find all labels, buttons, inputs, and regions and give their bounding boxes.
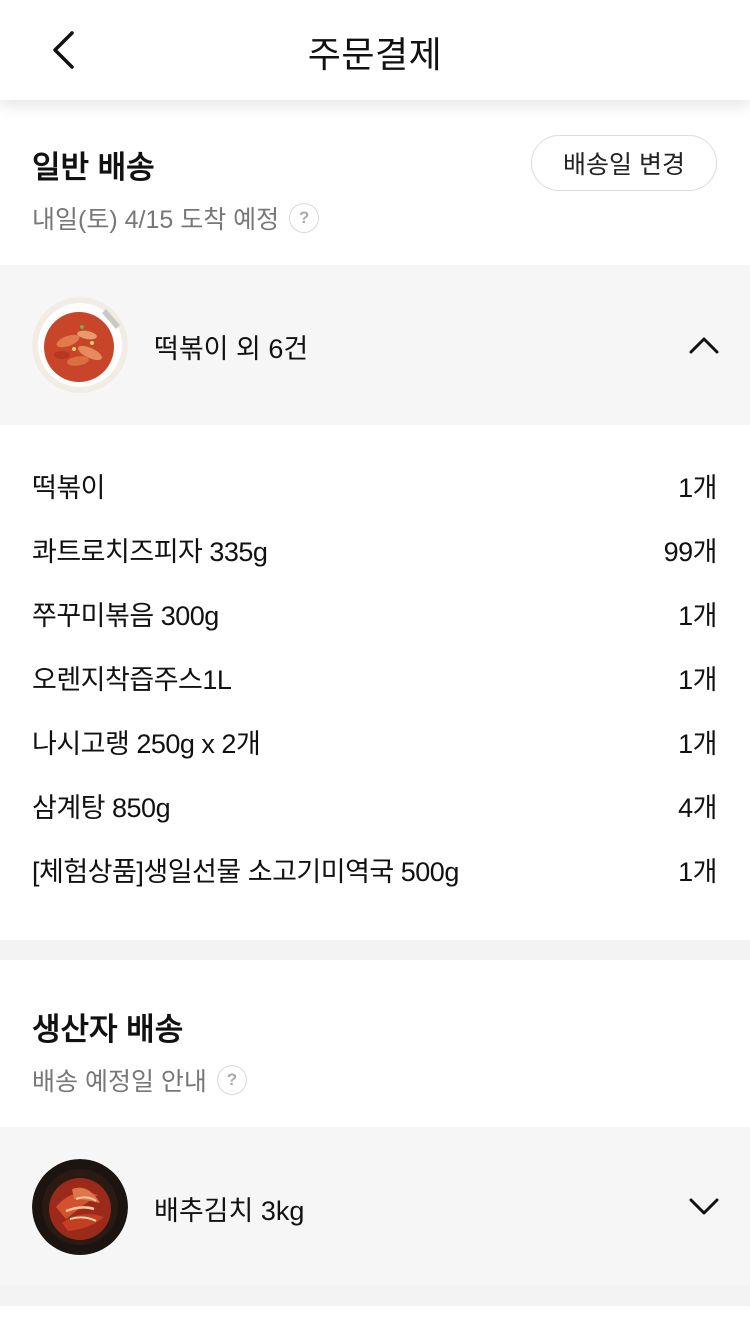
item-quantity: 99개: [663, 537, 718, 567]
list-item: 떡볶이 1개: [0, 452, 750, 516]
list-item: 콰트로치즈피자 335g 99개: [0, 516, 750, 580]
item-quantity: 1개: [678, 665, 717, 695]
item-name: 나시고랭 250g x 2개: [32, 729, 261, 759]
general-delivery-summary-label: 떡볶이 외 6건: [154, 334, 309, 364]
change-delivery-date-button[interactable]: 배송일 변경: [531, 135, 717, 191]
producer-delivery-summary-label: 배추김치 3kg: [154, 1196, 305, 1226]
list-item: 오렌지착즙주스1L 1개: [0, 644, 750, 708]
general-delivery-date: 내일(토) 4/15 도착 예정 ?: [32, 200, 320, 236]
kimchi-thumbnail: [32, 1159, 128, 1255]
producer-delivery-title: 생산자 배송: [32, 1012, 184, 1047]
tteokbokki-thumbnail: [32, 297, 128, 393]
item-name: 떡볶이: [32, 473, 106, 503]
help-icon[interactable]: ?: [289, 203, 320, 233]
item-name: [체험상품]생일선물 소고기미역국 500g: [32, 857, 459, 887]
item-quantity: 1개: [678, 601, 717, 631]
list-item: 나시고랭 250g x 2개 1개: [0, 708, 750, 772]
item-quantity: 4개: [678, 793, 717, 823]
general-delivery-item-list: 떡볶이 1개 콰트로치즈피자 335g 99개 쭈꾸미볶음 300g 1개 오렌…: [0, 452, 750, 900]
producer-delivery-info: 배송 예정일 안내 ?: [32, 1062, 247, 1098]
producer-delivery-summary-toggle[interactable]: 배추김치 3kg: [0, 1127, 750, 1287]
general-delivery-title: 일반 배송: [32, 150, 155, 185]
general-delivery-summary-toggle[interactable]: 떡볶이 외 6건: [0, 265, 750, 425]
top-app-bar: 주문결제: [0, 0, 750, 100]
item-quantity: 1개: [678, 473, 717, 503]
general-delivery-date-text: 내일(토) 4/15 도착 예정: [32, 206, 280, 234]
chevron-down-icon[interactable]: [686, 1189, 722, 1225]
item-quantity: 1개: [678, 729, 717, 759]
chevron-up-icon[interactable]: [686, 327, 722, 363]
page-title: 주문결제: [307, 34, 443, 75]
producer-delivery-info-text: 배송 예정일 안내: [32, 1068, 207, 1096]
section-divider: [0, 940, 750, 960]
help-icon[interactable]: ?: [216, 1065, 247, 1095]
item-name: 삼계탕 850g: [32, 793, 171, 823]
item-quantity: 1개: [678, 857, 717, 887]
list-item: 쭈꾸미볶음 300g 1개: [0, 580, 750, 644]
list-item: [체험상품]생일선물 소고기미역국 500g 1개: [0, 836, 750, 900]
section-divider: [0, 1286, 750, 1306]
item-name: 쭈꾸미볶음 300g: [32, 601, 219, 631]
item-name: 오렌지착즙주스1L: [32, 665, 232, 695]
list-item: 삼계탕 850g 4개: [0, 772, 750, 836]
item-name: 콰트로치즈피자 335g: [32, 537, 268, 567]
